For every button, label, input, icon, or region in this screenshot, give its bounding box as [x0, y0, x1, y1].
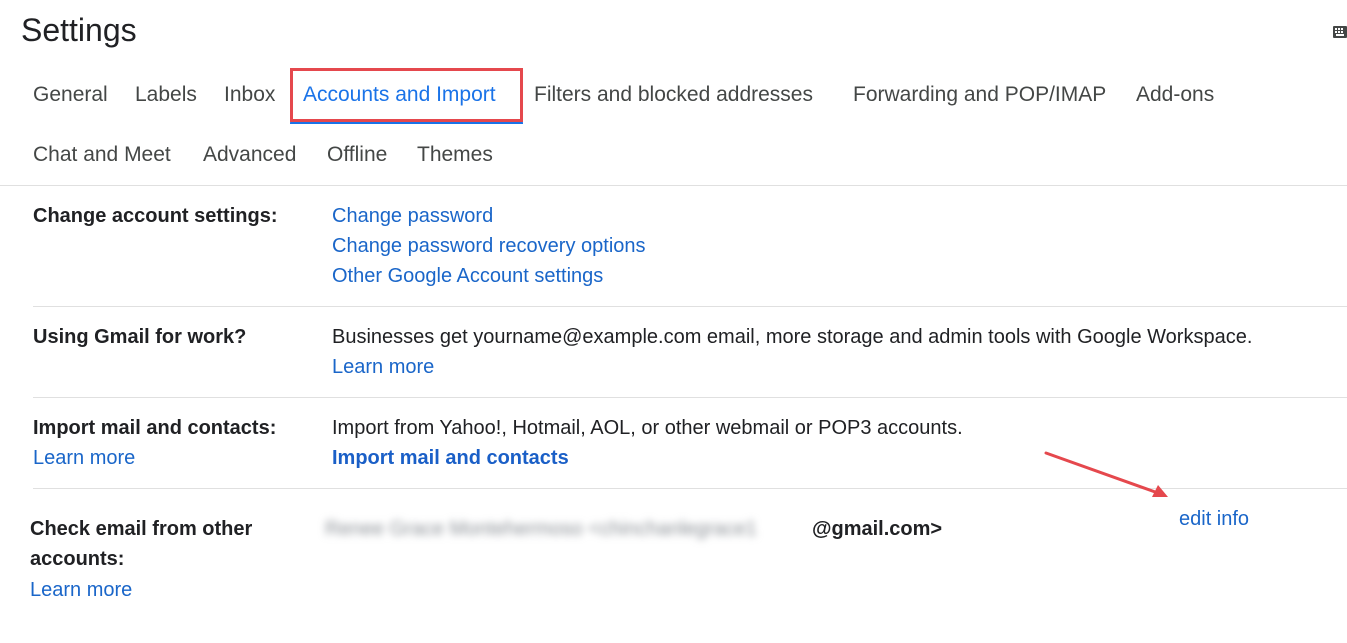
page-title: Settings [21, 12, 137, 48]
import-label: Import mail and contacts: [33, 417, 277, 439]
tab-chat-and-meet[interactable]: Chat and Meet [33, 143, 171, 167]
import-mail-contacts-link[interactable]: Import mail and contacts [332, 443, 569, 473]
change-password-link[interactable]: Change password [332, 201, 493, 231]
tab-general[interactable]: General [33, 83, 108, 107]
annotation-arrow-icon [1044, 451, 1168, 497]
edit-info-link[interactable]: edit info [1179, 504, 1249, 534]
gmail-for-work-label: Using Gmail for work? [33, 326, 247, 348]
check-email-label-line1: Check email from other [30, 518, 253, 540]
account-email-suffix: @gmail.com> [812, 518, 943, 540]
tab-inbox[interactable]: Inbox [224, 83, 275, 107]
redacted-account-name: Renee Grace Montehermoso <chinchanlegrac… [325, 518, 757, 540]
google-account-settings-link[interactable]: Other Google Account settings [332, 261, 603, 291]
change-account-label: Change account settings: [33, 205, 278, 227]
change-recovery-options-link[interactable]: Change password recovery options [332, 231, 646, 261]
import-learn-more-link[interactable]: Learn more [33, 443, 135, 473]
annotation-highlight-box [290, 68, 523, 122]
workspace-description: Businesses get yourname@example.com emai… [332, 326, 1253, 348]
tab-offline[interactable]: Offline [327, 143, 387, 167]
check-email-label-line2: accounts: [30, 548, 125, 570]
check-email-learn-more-link[interactable]: Learn more [30, 575, 132, 605]
tabs-divider [0, 185, 1347, 186]
workspace-learn-more-link[interactable]: Learn more [332, 352, 434, 382]
import-description: Import from Yahoo!, Hotmail, AOL, or oth… [332, 417, 963, 439]
row-divider [33, 397, 1347, 398]
tab-forwarding[interactable]: Forwarding and POP/IMAP [853, 83, 1106, 107]
tab-themes[interactable]: Themes [417, 143, 493, 167]
tab-advanced[interactable]: Advanced [203, 143, 296, 167]
tab-add-ons[interactable]: Add-ons [1136, 83, 1214, 107]
keyboard-icon[interactable] [1333, 26, 1347, 38]
tab-filters[interactable]: Filters and blocked addresses [534, 83, 813, 107]
row-divider [33, 306, 1347, 307]
tab-labels[interactable]: Labels [135, 83, 197, 107]
